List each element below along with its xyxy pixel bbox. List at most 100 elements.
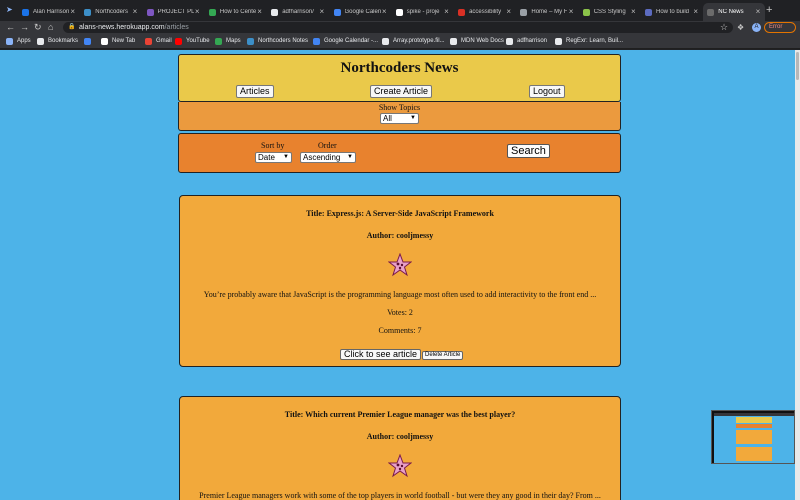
sort-by-select[interactable]: Date ▼ bbox=[255, 152, 292, 163]
tab-title: Google Calendar bbox=[344, 9, 381, 15]
close-tab-icon[interactable]: × bbox=[506, 7, 511, 16]
close-tab-icon[interactable]: × bbox=[382, 7, 387, 16]
order-select[interactable]: Ascending ▼ bbox=[300, 152, 356, 163]
tab-title: Home – My Fi bbox=[531, 9, 568, 15]
order-label: Order bbox=[318, 141, 337, 150]
topics-bar: Show Topics All ▼ bbox=[178, 102, 621, 131]
forward-icon[interactable]: → bbox=[20, 21, 29, 34]
picture-in-picture-preview[interactable] bbox=[711, 410, 795, 464]
home-icon[interactable]: ⌂ bbox=[48, 21, 53, 34]
article-votes: Votes: 2 bbox=[387, 308, 413, 317]
bookmark-favicon-icon bbox=[382, 38, 389, 45]
article-title: Title: Which current Premier League mana… bbox=[284, 410, 516, 419]
close-tab-icon[interactable]: × bbox=[195, 7, 200, 16]
bookmark-item[interactable]: Google Calendar -... bbox=[313, 34, 378, 49]
scrollbar-thumb[interactable] bbox=[796, 52, 799, 80]
bookmark-item[interactable]: adfharrison bbox=[506, 34, 547, 49]
chevron-down-icon: ▼ bbox=[347, 154, 353, 160]
close-tab-icon[interactable]: × bbox=[756, 7, 761, 16]
sort-by-label: Sort by bbox=[261, 141, 285, 150]
browser-tab[interactable]: CSS Styling × bbox=[579, 3, 641, 21]
address-bar[interactable]: 🔒 alans-news.herokuapp.com/articles bbox=[63, 22, 733, 33]
article-preview: Premier League managers work with some o… bbox=[199, 491, 601, 500]
search-button[interactable]: Search bbox=[507, 144, 550, 158]
tab-title: Northcoders bbox=[95, 9, 128, 15]
page-scrollbar[interactable] bbox=[795, 50, 800, 500]
tab-favicon-icon bbox=[22, 8, 29, 16]
bookmark-item[interactable]: Apps bbox=[6, 34, 31, 49]
bookmark-item[interactable] bbox=[84, 34, 95, 49]
tab-favicon-icon bbox=[520, 8, 528, 16]
reload-icon[interactable]: ↻ bbox=[34, 21, 42, 34]
bookmark-item[interactable]: Maps bbox=[215, 34, 241, 49]
bookmark-favicon-icon bbox=[175, 38, 182, 45]
tab-favicon-icon bbox=[146, 8, 154, 16]
view-article-button[interactable]: Click to see article bbox=[340, 349, 422, 360]
bookmark-item[interactable]: Bookmarks bbox=[37, 34, 78, 49]
close-tab-icon[interactable]: × bbox=[569, 7, 574, 16]
bookmark-favicon-icon bbox=[215, 38, 222, 45]
article-preview: You’re probably aware that JavaScript is… bbox=[203, 290, 597, 299]
tab-favicon-icon bbox=[645, 8, 652, 16]
close-tab-icon[interactable]: × bbox=[70, 7, 75, 16]
bookmark-label: Google Calendar -... bbox=[324, 38, 379, 44]
tab-favicon-icon bbox=[707, 8, 715, 16]
tab-favicon-icon bbox=[395, 8, 403, 16]
bookmark-star-icon[interactable]: ☆ bbox=[720, 21, 728, 34]
new-tab-button[interactable]: + bbox=[766, 4, 772, 16]
bookmark-favicon-icon bbox=[84, 38, 91, 45]
browser-tab[interactable]: NC News × bbox=[703, 3, 766, 21]
bookmark-label: Apps bbox=[17, 38, 31, 44]
browser-tab[interactable]: How to Center × bbox=[205, 3, 267, 21]
chevron-down-icon: ▼ bbox=[283, 154, 289, 160]
browser-tab[interactable]: Google Calendar× bbox=[330, 3, 392, 21]
browser-tab[interactable]: How to build × bbox=[641, 3, 703, 21]
bookmark-item[interactable]: YouTube bbox=[175, 34, 210, 49]
article-author: Author: cooljmessy bbox=[366, 432, 434, 441]
tab-favicon-icon bbox=[84, 8, 92, 16]
close-tab-icon[interactable]: × bbox=[257, 7, 262, 16]
create-article-button[interactable]: Create Article bbox=[370, 85, 433, 98]
close-tab-icon[interactable]: × bbox=[133, 7, 138, 16]
article-title: Title: Express.js: A Server-Side JavaScr… bbox=[306, 209, 494, 218]
preview-content bbox=[714, 413, 794, 463]
tab-search-icon[interactable]: ➤ bbox=[6, 5, 13, 14]
browser-tab[interactable]: PROJECT PLAN× bbox=[143, 3, 205, 21]
error-button[interactable]: Error bbox=[764, 22, 796, 33]
bookmark-favicon-icon bbox=[506, 38, 513, 45]
profile-avatar[interactable]: A bbox=[752, 23, 761, 32]
close-tab-icon[interactable]: × bbox=[444, 7, 449, 16]
bookmark-item[interactable]: MDN Web Docs bbox=[450, 34, 504, 49]
topics-select[interactable]: All ▼ bbox=[380, 113, 419, 124]
extensions-icon[interactable]: ❖ bbox=[737, 21, 744, 34]
url-host: alans-news.herokuapp.com bbox=[79, 24, 165, 31]
back-icon[interactable]: ← bbox=[6, 21, 15, 34]
browser-tab[interactable]: Home – My Fi × bbox=[516, 3, 578, 21]
close-tab-icon[interactable]: × bbox=[693, 7, 698, 16]
bookmark-item[interactable]: RegExr: Learn, Buil... bbox=[555, 34, 623, 49]
logout-button[interactable]: Logout bbox=[529, 85, 565, 98]
bookmark-label: Array.prototype.fil... bbox=[393, 38, 445, 44]
browser-tab[interactable]: adfharrison/ × bbox=[267, 3, 329, 21]
bookmark-label: Gmail bbox=[156, 38, 172, 44]
bookmark-item[interactable]: Array.prototype.fil... bbox=[382, 34, 445, 49]
browser-tab[interactable]: accessibility × bbox=[454, 3, 516, 21]
bookmark-item[interactable]: Gmail bbox=[145, 34, 172, 49]
bookmark-label: New Tab bbox=[112, 38, 136, 44]
tab-strip: ➤ Alan Harrison×Northcoders×PROJECT PLAN… bbox=[0, 0, 800, 21]
tab-title: How to Center bbox=[219, 9, 256, 15]
articles-button[interactable]: Articles bbox=[236, 85, 274, 98]
article-comments: Comments: 7 bbox=[378, 326, 422, 335]
close-tab-icon[interactable]: × bbox=[631, 7, 636, 16]
browser-tab[interactable]: Northcoders × bbox=[80, 3, 142, 21]
close-tab-icon[interactable]: × bbox=[320, 7, 325, 16]
url-path: /articles bbox=[164, 24, 189, 31]
bookmark-item[interactable]: New Tab bbox=[101, 34, 135, 49]
browser-tab[interactable]: Alan Harrison × bbox=[18, 3, 80, 21]
browser-tab[interactable]: spike - proje × bbox=[392, 3, 454, 21]
bookmark-item[interactable]: Northcoders Notes bbox=[247, 34, 308, 49]
bookmark-label: MDN Web Docs bbox=[461, 38, 504, 44]
tab-title: NC News bbox=[718, 9, 744, 15]
delete-article-button[interactable]: Delete Article bbox=[422, 351, 464, 360]
tab-favicon-icon bbox=[333, 8, 341, 16]
